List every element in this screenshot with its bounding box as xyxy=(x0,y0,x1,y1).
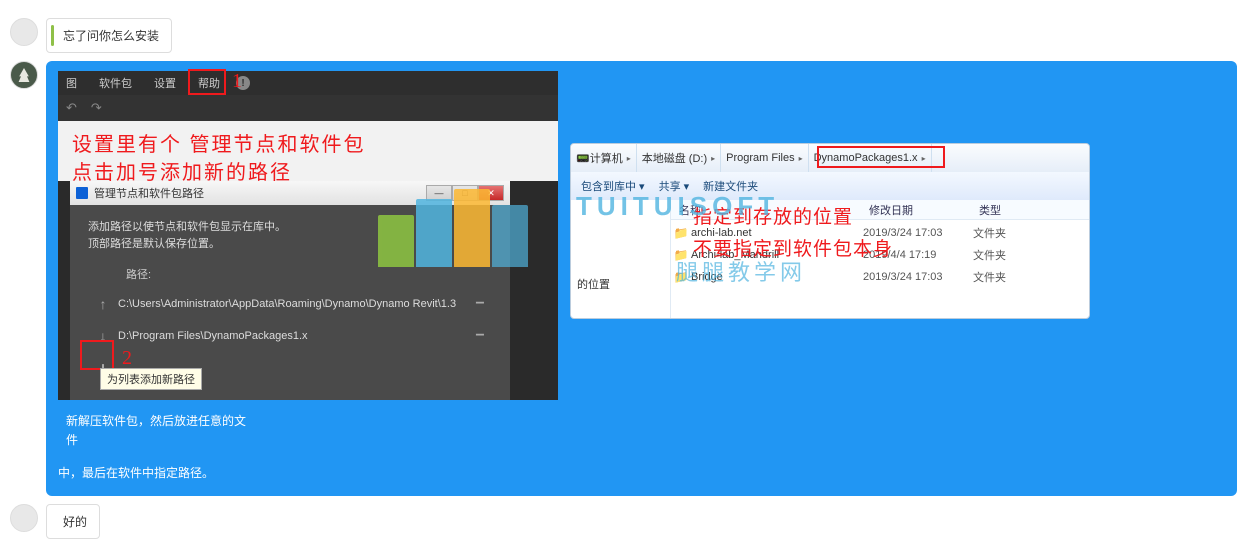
explorer-window: 📟 计算机▸ 本地磁盘 (D:)▸ Program Files▸ DynamoP… xyxy=(570,143,1090,319)
explorer-sidebar: 的位置 xyxy=(571,200,671,318)
message-row-2: 图 软件包 设置 帮助 ! 1 ↶ ↷ 设置里有个 管理节点和软件包 点击加号添… xyxy=(10,61,1237,496)
crumb-dynamopackages[interactable]: DynamoPackages1.x▸ xyxy=(809,144,932,172)
chat-text-3: 好的 xyxy=(59,513,87,530)
file-list: 📁 archi-lab.net 2019/3/24 17:03 文件夹📁 Arc… xyxy=(671,220,1089,290)
file-type: 文件夹 xyxy=(973,247,1089,263)
sidebar-item[interactable]: 的位置 xyxy=(577,276,664,292)
path-row-1: ↑ C:\Users\Administrator\AppData\Roaming… xyxy=(88,288,492,320)
path-row-2: ↓ D:\Program Files\DynamoPackages1.x − xyxy=(88,320,492,352)
undo-icon[interactable]: ↶ xyxy=(66,100,77,116)
file-row[interactable]: 📁 Bridge 2019/3/24 17:03 文件夹 xyxy=(671,266,1089,288)
explorer-toolbar: 包含到库中 共享 新建文件夹 xyxy=(571,172,1089,200)
chat-bubble-image: 图 软件包 设置 帮助 ! 1 ↶ ↷ 设置里有个 管理节点和软件包 点击加号添… xyxy=(46,61,1237,496)
move-up-icon[interactable]: ↑ xyxy=(88,296,118,312)
path-text-2: D:\Program Files\DynamoPackages1.x xyxy=(118,330,468,342)
file-name: Bridge xyxy=(691,271,863,283)
share-menu[interactable]: 共享 xyxy=(659,178,690,194)
dynamo-window: 图 软件包 设置 帮助 ! 1 ↶ ↷ 设置里有个 管理节点和软件包 点击加号添… xyxy=(58,71,558,400)
crumb-drive-d[interactable]: 本地磁盘 (D:)▸ xyxy=(637,144,721,172)
address-bar[interactable]: 📟 计算机▸ 本地磁盘 (D:)▸ Program Files▸ DynamoP… xyxy=(571,144,1089,172)
crumb-computer[interactable]: 📟 计算机▸ xyxy=(571,144,637,172)
annotation-number-1: 1 xyxy=(232,70,242,93)
path-header: 路径: xyxy=(126,266,151,282)
menu-help[interactable]: 帮助 xyxy=(198,75,220,91)
chat-bubble-3: 好的 xyxy=(46,504,100,539)
dynamo-menubar: 图 软件包 设置 帮助 ! xyxy=(58,71,558,95)
dialog-desc-1: 添加路径以使节点和软件包显示在库中。 xyxy=(88,221,286,233)
file-name: Archi-lab_Mandrill xyxy=(691,249,863,261)
annotation-text-1: 设置里有个 管理节点和软件包 xyxy=(72,131,544,159)
redo-icon[interactable]: ↷ xyxy=(91,100,102,116)
file-type: 文件夹 xyxy=(973,225,1089,241)
include-in-library[interactable]: 包含到库中 xyxy=(581,178,645,194)
dynamo-canvas: 设置里有个 管理节点和软件包 点击加号添加新的路径 xyxy=(58,121,558,181)
file-date: 2019/4/4 17:19 xyxy=(863,249,973,261)
new-folder[interactable]: 新建文件夹 xyxy=(703,178,758,194)
menu-packages[interactable]: 软件包 xyxy=(99,75,132,91)
chat-bubble-1: 忘了问你怎么安装 xyxy=(46,18,172,53)
minimize-button[interactable]: — xyxy=(426,185,452,201)
col-name[interactable]: 名称 xyxy=(671,202,861,218)
annotation-number-2: 2 xyxy=(122,347,132,370)
chat-text-1: 忘了问你怎么安装 xyxy=(59,27,159,44)
dialog-desc-2: 顶部路径是默认保存位置。 xyxy=(88,238,220,250)
avatar-user-2 xyxy=(10,504,38,532)
message-row-1: 忘了问你怎么安装 xyxy=(10,18,1237,53)
file-row[interactable]: 📁 Archi-lab_Mandrill 2019/4/4 17:19 文件夹 xyxy=(671,244,1089,266)
file-date: 2019/3/24 17:03 xyxy=(863,227,973,239)
col-date[interactable]: 修改日期 xyxy=(861,202,971,218)
dialog-title: 管理节点和软件包路径 xyxy=(94,185,204,201)
app-icon xyxy=(76,187,88,199)
close-button[interactable]: ✕ xyxy=(478,185,504,201)
blue-post-text: 中，最后在软件中指定路径。 xyxy=(58,464,1225,483)
crumb-program-files[interactable]: Program Files▸ xyxy=(721,144,808,172)
folder-icon: 📁 xyxy=(671,226,691,240)
blue-trailing-text: 新解压软件包，然后放进任意的文件 xyxy=(66,412,246,450)
path-dialog: 管理节点和软件包路径 — □ ✕ 添加路径以使节点和软件包显示在库中。 顶部路径… xyxy=(70,181,510,400)
avatar-replier xyxy=(10,61,38,89)
file-name: archi-lab.net xyxy=(691,227,863,239)
column-headers[interactable]: 名称 修改日期 类型 xyxy=(671,200,1089,220)
maximize-button[interactable]: □ xyxy=(452,185,478,201)
col-type[interactable]: 类型 xyxy=(971,202,1089,218)
dynamo-toolbar: ↶ ↷ xyxy=(58,95,558,121)
dialog-titlebar: 管理节点和软件包路径 — □ ✕ xyxy=(70,181,510,205)
menu-view[interactable]: 图 xyxy=(66,75,77,91)
menu-settings[interactable]: 设置 xyxy=(154,75,176,91)
file-row[interactable]: 📁 archi-lab.net 2019/3/24 17:03 文件夹 xyxy=(671,222,1089,244)
folder-icon: 📁 xyxy=(671,270,691,284)
remove-path-2[interactable]: − xyxy=(468,327,492,345)
avatar-user xyxy=(10,18,38,46)
add-path-tooltip: 为列表添加新路径 xyxy=(100,368,202,390)
move-down-icon[interactable]: ↓ xyxy=(88,328,118,344)
file-date: 2019/3/24 17:03 xyxy=(863,271,973,283)
folder-icon: 📁 xyxy=(671,248,691,262)
message-row-3: 好的 xyxy=(10,504,1237,539)
path-text-1: C:\Users\Administrator\AppData\Roaming\D… xyxy=(118,298,468,310)
remove-path-1[interactable]: − xyxy=(468,295,492,313)
file-type: 文件夹 xyxy=(973,269,1089,285)
